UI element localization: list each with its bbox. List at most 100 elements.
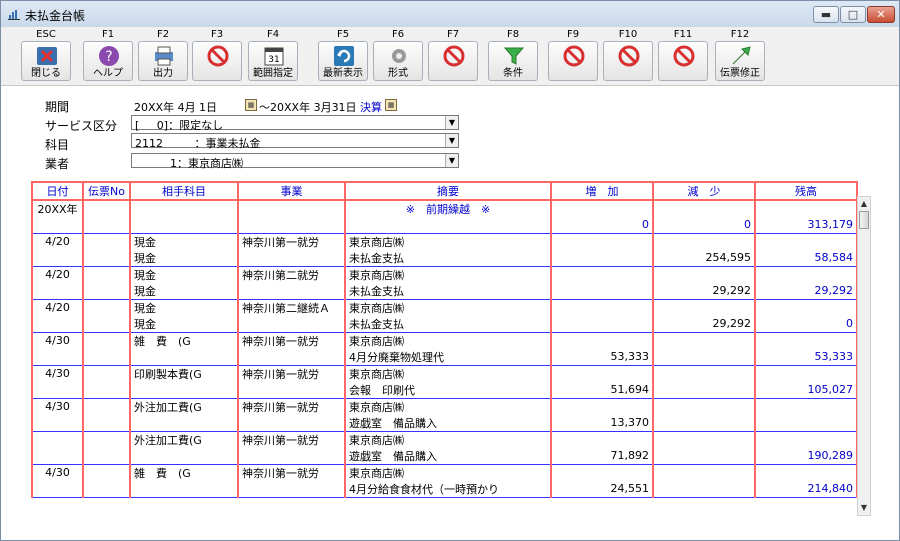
close-window-button[interactable]: ✕ xyxy=(867,6,895,23)
table-row[interactable]: 4/20 現金 神奈川第二就労 東京商店㈱ xyxy=(31,266,858,283)
cell-business xyxy=(237,282,346,300)
col-header-4[interactable]: 摘要 xyxy=(344,181,552,201)
toolbar-button-f7[interactable] xyxy=(428,41,478,81)
col-header-2[interactable]: 相手科目 xyxy=(129,181,239,201)
cell-increase xyxy=(550,200,654,217)
fkey-label: F12 xyxy=(730,29,750,40)
toolbar-button-f10[interactable] xyxy=(603,41,653,81)
table-row-line2[interactable]: 遊戯室 備品購入 71,892 190,289 xyxy=(31,447,858,465)
table-row[interactable]: 20XX年 ※ 前期繰越 ※ xyxy=(31,200,858,217)
vendor-select[interactable]: 1：東京商店㈱ ▼ xyxy=(131,153,459,170)
col-header-0[interactable]: 日付 xyxy=(31,181,84,201)
cell-business: 神奈川第一就労 xyxy=(237,233,346,250)
service-select[interactable]: [ 0]：限定なし ▼ xyxy=(131,115,459,132)
cell-contra: 現金 xyxy=(129,266,239,283)
cell-increase xyxy=(550,315,654,333)
table-row-line2[interactable]: 会報 印刷代 51,694 105,027 xyxy=(31,381,858,399)
cell-increase: 53,333 xyxy=(550,348,654,366)
cell-contra: 現金 xyxy=(129,233,239,250)
table-row-line2[interactable]: 0 0 313,179 xyxy=(31,217,858,234)
table-row[interactable]: 4/30 雑 費 (G 神奈川第一就労 東京商店㈱ xyxy=(31,332,858,349)
period-to[interactable]: ～20XX年 3月31日 xyxy=(259,99,357,115)
table-row[interactable]: 4/30 雑 費 (G 神奈川第一就労 東京商店㈱ xyxy=(31,464,858,481)
cell-business xyxy=(237,217,346,234)
cell-decrease xyxy=(652,398,756,415)
scroll-down-icon[interactable]: ▼ xyxy=(858,501,870,515)
toolbar-button-f2[interactable]: 出力 xyxy=(138,41,188,81)
cell-increase: 24,551 xyxy=(550,480,654,498)
account-select[interactable]: 2112 ：事業未払金 ▼ xyxy=(131,133,459,150)
table-row-line2[interactable]: 現金 未払金支払 254,595 58,584 xyxy=(31,249,858,267)
cell-decrease: 0 xyxy=(652,217,756,234)
period-label: 期間 xyxy=(45,100,70,114)
button-label: 条件 xyxy=(503,68,523,79)
toolbar-button-f12[interactable]: 伝票修正 xyxy=(715,41,765,81)
toolbar-button-f5[interactable]: 最新表示 xyxy=(318,41,368,81)
cell-decrease xyxy=(652,480,756,498)
minimize-icon: ▬ xyxy=(820,8,832,21)
cell-desc: 東京商店㈱ xyxy=(344,398,552,415)
col-header-1[interactable]: 伝票No xyxy=(82,181,131,201)
cell-contra: 印刷製本費(G xyxy=(129,365,239,382)
table-row-line2[interactable]: 遊戯室 備品購入 13,370 xyxy=(31,414,858,432)
toolbar-button-f1[interactable]: ? ヘルプ xyxy=(83,41,133,81)
cell-desc: 未払金支払 xyxy=(344,315,552,333)
cell-increase xyxy=(550,431,654,448)
table-row[interactable]: 4/20 現金 神奈川第二継続Ａ 東京商店㈱ xyxy=(31,299,858,316)
col-header-6[interactable]: 減 少 xyxy=(652,181,756,201)
cell-increase: 71,892 xyxy=(550,447,654,465)
toolbar-button-f11[interactable] xyxy=(658,41,708,81)
table-row[interactable]: 4/20 現金 神奈川第一就労 東京商店㈱ xyxy=(31,233,858,250)
cell-contra: 現金 xyxy=(129,299,239,316)
cell-business: 神奈川第一就労 xyxy=(237,431,346,448)
table-row-line2[interactable]: 4月分廃棄物処理代 53,333 53,333 xyxy=(31,348,858,366)
cell-date xyxy=(31,447,84,465)
toolbar-button-f6[interactable]: 形式 xyxy=(373,41,423,81)
col-header-5[interactable]: 増 加 xyxy=(550,181,654,201)
chevron-down-icon[interactable]: ▼ xyxy=(445,154,458,167)
chevron-down-icon[interactable]: ▼ xyxy=(445,116,458,129)
vertical-scrollbar[interactable]: ▲ ▼ xyxy=(857,196,871,516)
table-row[interactable]: 4/30 外注加工費(G 神奈川第一就労 東京商店㈱ xyxy=(31,398,858,415)
cell-desc: 東京商店㈱ xyxy=(344,431,552,448)
maximize-icon: □ xyxy=(847,8,859,21)
maximize-button[interactable]: □ xyxy=(840,6,866,23)
toolbar-button-f4[interactable]: 31 範囲指定 xyxy=(248,41,298,81)
table-row-line2[interactable]: 現金 未払金支払 29,292 0 xyxy=(31,315,858,333)
cell-business xyxy=(237,348,346,366)
cell-date xyxy=(31,414,84,432)
minimize-button[interactable]: ▬ xyxy=(813,6,839,23)
table-row[interactable]: 4/30 印刷製本費(G 神奈川第一就労 東京商店㈱ xyxy=(31,365,858,382)
period-from[interactable]: 20XX年 4月 1日 xyxy=(134,99,217,115)
calendar-to-icon[interactable]: ▦ xyxy=(385,99,397,111)
cell-decrease xyxy=(652,266,756,283)
toolbar-button-f8[interactable]: 条件 xyxy=(488,41,538,81)
table-row-line2[interactable]: 4月分給食食材代（一時預かり 24,551 214,840 xyxy=(31,480,858,498)
cell-voucher xyxy=(82,480,131,498)
table-row-line2[interactable]: 現金 未払金支払 29,292 29,292 xyxy=(31,282,858,300)
toolbar-button-f9[interactable] xyxy=(548,41,598,81)
cell-voucher xyxy=(82,398,131,415)
cell-date: 20XX年 xyxy=(31,200,84,217)
chevron-down-icon[interactable]: ▼ xyxy=(445,134,458,147)
calendar-from-icon[interactable]: ▦ xyxy=(245,99,257,111)
toolbar-button-f3[interactable] xyxy=(192,41,242,81)
cell-contra xyxy=(129,480,239,498)
cell-date xyxy=(31,249,84,267)
scroll-up-icon[interactable]: ▲ xyxy=(858,197,870,211)
cell-voucher xyxy=(82,249,131,267)
toolbar-button-esc[interactable]: 閉じる xyxy=(21,41,71,81)
cell-desc: 東京商店㈱ xyxy=(344,299,552,316)
fkey-f4: F4 31 範囲指定 xyxy=(246,29,300,81)
cell-decrease xyxy=(652,233,756,250)
cell-business: 神奈川第一就労 xyxy=(237,464,346,481)
table-row[interactable]: 外注加工費(G 神奈川第一就労 東京商店㈱ xyxy=(31,431,858,448)
ledger-window: 未払金台帳 ▬ □ ✕ ESC 閉じる F1? ヘルプ F2 出力 F3 F4 31 範囲指定 F5… xyxy=(0,0,900,541)
col-header-3[interactable]: 事業 xyxy=(237,181,346,201)
cell-desc: 東京商店㈱ xyxy=(344,365,552,382)
col-header-7[interactable]: 残高 xyxy=(754,181,858,201)
cell-increase xyxy=(550,365,654,382)
scroll-thumb[interactable] xyxy=(859,211,869,229)
settlement-link[interactable]: 決算 xyxy=(360,99,382,115)
cell-date xyxy=(31,217,84,234)
